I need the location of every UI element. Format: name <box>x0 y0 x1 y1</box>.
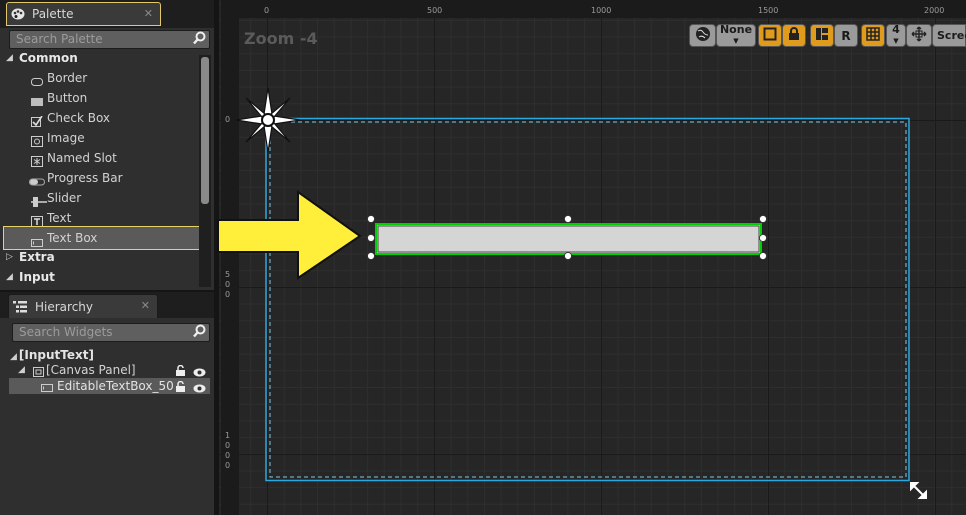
canvas-panel-outline <box>265 117 910 482</box>
resize-handle-icon <box>910 482 927 499</box>
editable-text-box-widget <box>375 223 762 255</box>
designer-overlay <box>235 87 927 499</box>
canvas-panel-inner-outline <box>269 121 907 478</box>
arrow-annotation-icon <box>217 190 362 280</box>
anchor-flower-icon <box>235 87 301 153</box>
